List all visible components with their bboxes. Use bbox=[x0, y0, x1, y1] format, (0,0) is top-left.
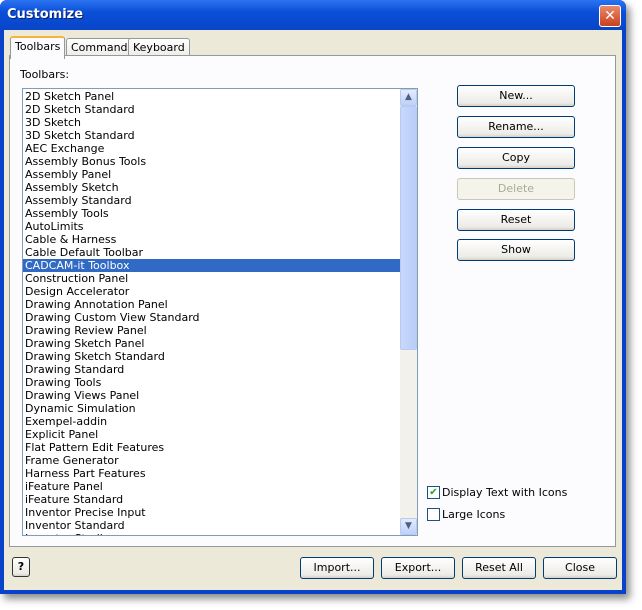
vertical-scrollbar[interactable]: ▲ ▼ bbox=[400, 89, 417, 535]
toolbar-list-item[interactable]: Inventor Precise Input bbox=[23, 506, 417, 519]
show-button[interactable]: Show bbox=[457, 239, 575, 261]
toolbar-list-item[interactable]: Drawing Tools bbox=[23, 376, 417, 389]
toolbar-list-item[interactable]: Frame Generator bbox=[23, 454, 417, 467]
help-icon[interactable]: ? bbox=[12, 557, 30, 577]
tab-toolbars[interactable]: Toolbars bbox=[10, 36, 66, 59]
toolbar-list-item[interactable]: CADCAM-it Toolbox bbox=[23, 259, 417, 272]
import-button[interactable]: Import... bbox=[300, 557, 374, 579]
toolbar-list-item[interactable]: Explicit Panel bbox=[23, 428, 417, 441]
toolbar-list-item[interactable]: Exempel-addin bbox=[23, 415, 417, 428]
toolbar-list-item[interactable]: Cable Default Toolbar bbox=[23, 246, 417, 259]
toolbar-list-item[interactable]: iFeature Panel bbox=[23, 480, 417, 493]
toolbar-list-item[interactable]: Flat Pattern Edit Features bbox=[23, 441, 417, 454]
toolbar-list-item[interactable]: Drawing Annotation Panel bbox=[23, 298, 417, 311]
toolbar-list-item[interactable]: Drawing Review Panel bbox=[23, 324, 417, 337]
toolbar-list-item[interactable]: Harness Part Features bbox=[23, 467, 417, 480]
customize-dialog: Customize ✕ Toolbars Commands Keyboard T… bbox=[0, 0, 626, 594]
window-title: Customize bbox=[7, 7, 84, 22]
rename-button[interactable]: Rename... bbox=[457, 116, 575, 138]
toolbars-list-label: Toolbars: bbox=[20, 68, 70, 81]
close-icon[interactable]: ✕ bbox=[599, 5, 621, 27]
toolbar-list-item[interactable]: Dynamic Simulation bbox=[23, 402, 417, 415]
toolbar-list-item[interactable]: Drawing Sketch Standard bbox=[23, 350, 417, 363]
display-text-label[interactable]: Display Text with Icons bbox=[442, 486, 567, 499]
large-icons-checkbox[interactable] bbox=[427, 508, 440, 521]
scroll-down-button[interactable]: ▼ bbox=[400, 518, 417, 535]
toolbar-list-item[interactable]: iFeature Standard bbox=[23, 493, 417, 506]
toolbar-list-item[interactable]: Drawing Custom View Standard bbox=[23, 311, 417, 324]
toolbar-list-item[interactable]: Drawing Views Panel bbox=[23, 389, 417, 402]
toolbar-list-item[interactable]: AutoLimits bbox=[23, 220, 417, 233]
toolbar-list-item[interactable]: Assembly Bonus Tools bbox=[23, 155, 417, 168]
toolbar-list-item[interactable]: AEC Exchange bbox=[23, 142, 417, 155]
reset-button[interactable]: Reset bbox=[457, 209, 575, 231]
toolbar-list-item[interactable]: 3D Sketch Standard bbox=[23, 129, 417, 142]
reset-all-button[interactable]: Reset All bbox=[462, 557, 536, 579]
toolbars-tab-panel: Toolbars: 2D Sketch Panel 2D Sketch Stand… bbox=[9, 55, 616, 547]
toolbar-list-item[interactable]: Assembly Panel bbox=[23, 168, 417, 181]
new-button[interactable]: New... bbox=[457, 85, 575, 107]
toolbars-listbox[interactable]: 2D Sketch Panel 2D Sketch Standard 3D Sket… bbox=[22, 88, 418, 536]
toolbar-list-item[interactable]: Drawing Sketch Panel bbox=[23, 337, 417, 350]
toolbar-list-item[interactable]: Assembly Standard bbox=[23, 194, 417, 207]
display-text-checkbox[interactable]: ✔ bbox=[427, 486, 440, 499]
toolbar-list-item[interactable]: Cable & Harness bbox=[23, 233, 417, 246]
toolbar-list-item[interactable]: Assembly Sketch bbox=[23, 181, 417, 194]
toolbar-list-item[interactable]: Design Accelerator bbox=[23, 285, 417, 298]
title-bar: Customize ✕ bbox=[0, 0, 626, 30]
scroll-up-button[interactable]: ▲ bbox=[400, 89, 417, 106]
toolbar-list-item[interactable]: 2D Sketch Standard bbox=[23, 103, 417, 116]
toolbar-list-item[interactable]: Drawing Standard bbox=[23, 363, 417, 376]
toolbar-list-item[interactable]: 3D Sketch bbox=[23, 116, 417, 129]
delete-button: Delete bbox=[457, 178, 575, 200]
toolbar-list-item[interactable]: Assembly Tools bbox=[23, 207, 417, 220]
scrollbar-thumb[interactable] bbox=[400, 106, 417, 350]
large-icons-label[interactable]: Large Icons bbox=[442, 508, 505, 521]
toolbar-list-item[interactable]: Construction Panel bbox=[23, 272, 417, 285]
toolbar-list-item[interactable]: Inventor Studio bbox=[23, 532, 417, 535]
toolbar-list-item[interactable]: Inventor Standard bbox=[23, 519, 417, 532]
dialog-client: Toolbars Commands Keyboard Toolbars: 2D … bbox=[4, 30, 622, 590]
close-button[interactable]: Close bbox=[543, 557, 617, 579]
export-button[interactable]: Export... bbox=[381, 557, 455, 579]
toolbar-list-item[interactable]: 2D Sketch Panel bbox=[23, 90, 417, 103]
copy-button[interactable]: Copy bbox=[457, 147, 575, 169]
